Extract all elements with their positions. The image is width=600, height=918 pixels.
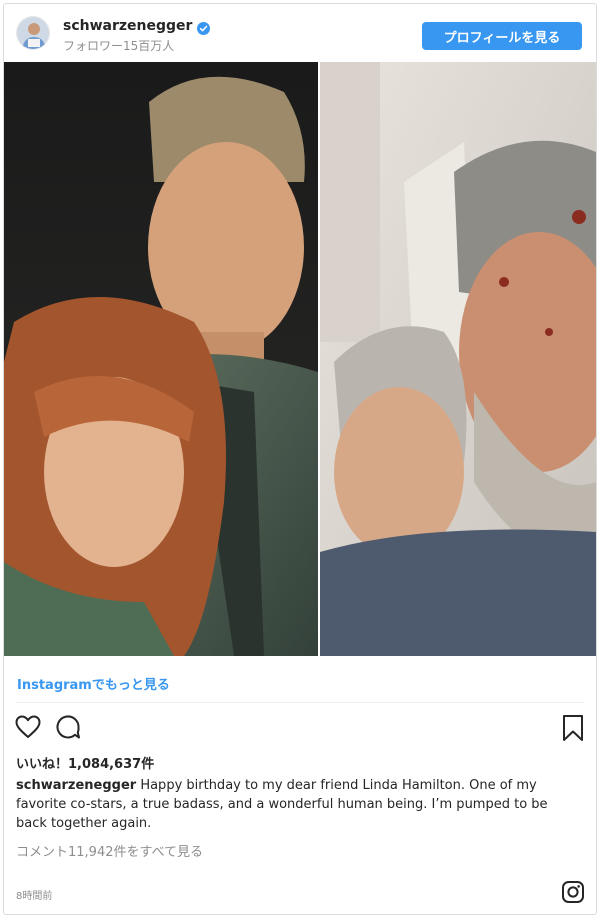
comment-icon[interactable] [54,713,82,741]
caption-username[interactable]: schwarzenegger [16,778,136,793]
avatar[interactable] [16,16,50,50]
heart-icon[interactable] [14,713,42,741]
bookmark-icon[interactable] [561,714,585,742]
post-header: schwarzenegger フォロワー15百万人 プロフィールを見る [4,4,596,64]
like-count[interactable]: いいね！1,084,637件 [16,753,154,772]
view-all-comments-link[interactable]: コメント11,942件をすべて見る [16,841,203,860]
instagram-icon[interactable] [561,880,585,904]
view-profile-button[interactable]: プロフィールを見る [422,22,582,50]
post-timestamp[interactable]: 8時間前 [16,887,52,902]
username-link[interactable]: schwarzenegger [63,18,192,34]
post-photo[interactable] [4,62,596,656]
post-caption: schwarzenegger Happy birthday to my dear… [16,776,576,833]
instagram-embed-card: schwarzenegger フォロワー15百万人 プロフィールを見る Inst… [3,3,597,915]
divider [16,702,584,703]
more-on-instagram-link[interactable]: Instagramでもっと見る [17,674,170,693]
username-row: schwarzenegger [63,18,211,35]
verified-badge-icon [197,20,211,35]
follower-count: フォロワー15百万人 [63,39,175,53]
